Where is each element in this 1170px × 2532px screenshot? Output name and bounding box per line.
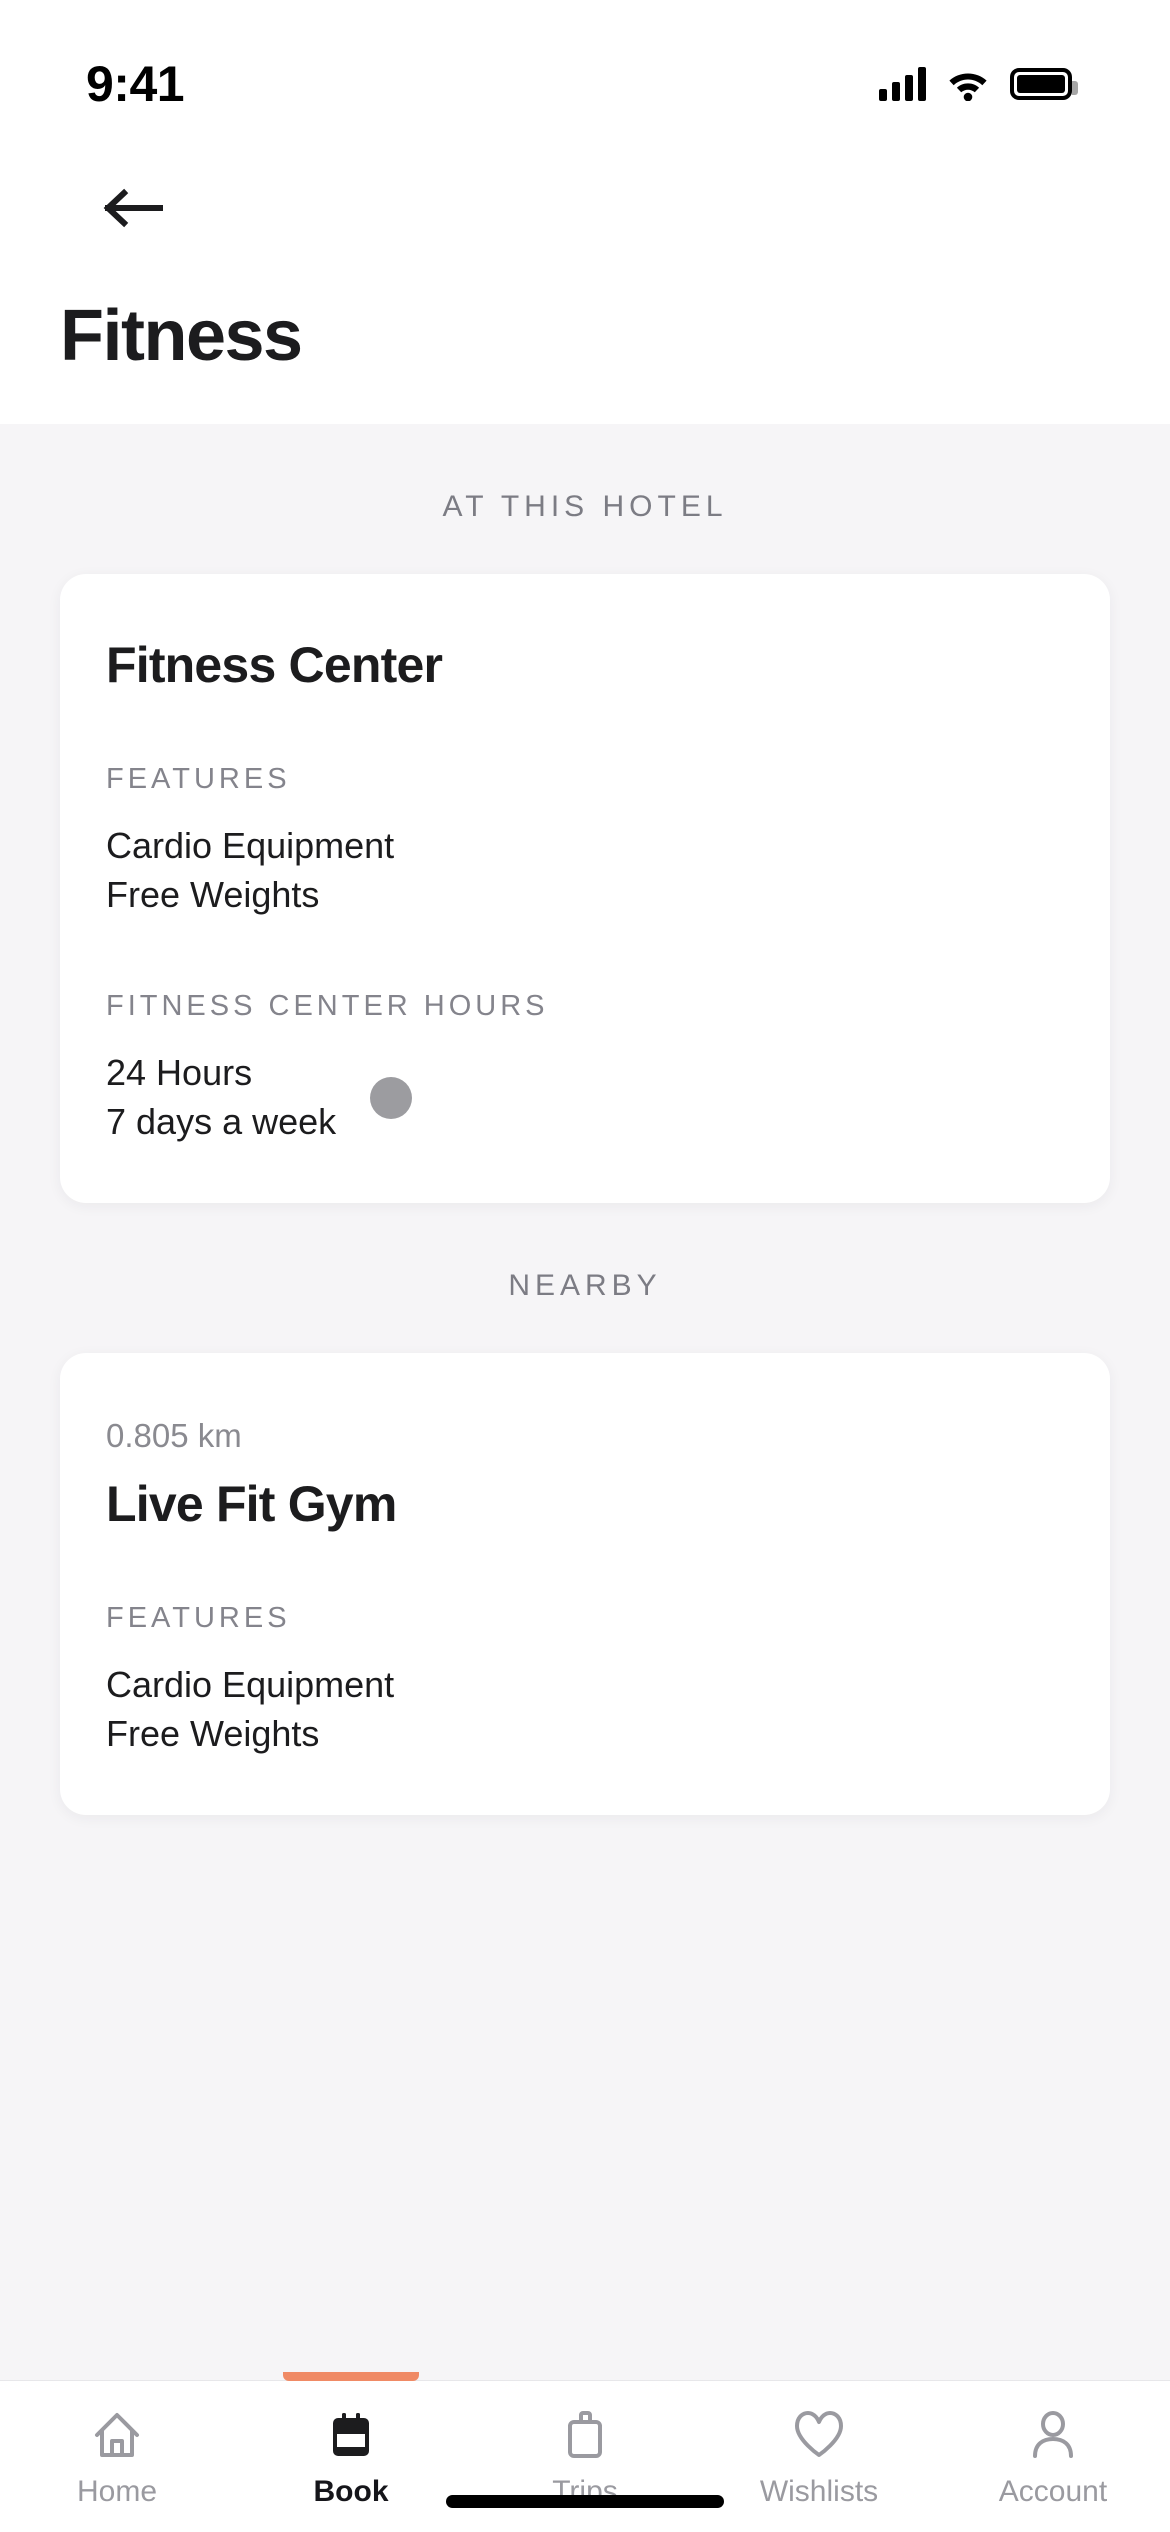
section-label-at-this-hotel: AT THIS HOTEL (442, 490, 728, 523)
home-indicator-bar (446, 2495, 724, 2508)
status-dot (370, 1076, 412, 1119)
card-title: Fitness Center (106, 637, 443, 693)
section-label-nearby: NEARBY (508, 1268, 662, 1302)
fitness-center-card[interactable]: Fitness Center FEATURES Cardio Equipment… (60, 574, 1110, 1203)
content-scroll-area[interactable]: AT THIS HOTEL Fitness Center FEATURES Ca… (0, 424, 1170, 2532)
tab-label: Home (76, 2475, 158, 2508)
tab-label: Wishlists (759, 2475, 879, 2508)
status-bar: 9:41 (0, 0, 1170, 150)
phone-screen: 9:41 Fitness AT THIS HOTEL Fitness Cente… (0, 0, 1170, 2532)
group-label-features: FEATURES (106, 763, 291, 795)
nav-header: Fitness (0, 150, 1170, 424)
tab-wishlists[interactable]: Wishlists (702, 2381, 936, 2509)
features-group: FEATURES Cardio Equipment Free Weights (106, 1602, 1064, 1759)
tab-trips[interactable]: Trips (468, 2381, 702, 2509)
home-icon (91, 2407, 143, 2463)
tab-label: Account (998, 2475, 1108, 2508)
tab-label: Book (313, 2475, 389, 2508)
features-list: Cardio Equipment Free Weights (106, 822, 1064, 920)
list-item: Cardio Equipment (106, 825, 395, 866)
back-button[interactable] (102, 168, 182, 248)
group-label-fitness-center-hours: FITNESS CENTER HOURS (106, 989, 549, 1022)
tab-book[interactable]: Book (234, 2372, 468, 2509)
back-arrow-icon (103, 188, 163, 228)
page-title: Fitness (60, 296, 303, 376)
list-item: Cardio Equipment (106, 1663, 395, 1705)
status-time: 9:41 (86, 56, 185, 112)
tab-account[interactable]: Account (936, 2381, 1170, 2509)
hours-list: 24 Hours 7 days a week (106, 1049, 1064, 1147)
suitcase-icon (559, 2407, 611, 2463)
heart-icon (792, 2407, 846, 2463)
features-group: FEATURES Cardio Equipment Free Weights (106, 763, 1064, 920)
tab-home[interactable]: Home (0, 2381, 234, 2509)
live-fit-gym-card[interactable]: 0.805 km Live Fit Gym FEATURES Cardio Eq… (60, 1352, 1110, 1815)
bottom-tab-bar: Home Book Trips Wishlists Account (0, 2372, 1170, 2532)
card-title: Live Fit Gym (106, 1475, 397, 1532)
list-item: 24 Hours (106, 1051, 253, 1093)
battery-full-icon (1010, 68, 1078, 100)
features-list: Cardio Equipment Free Weights (106, 1661, 1064, 1759)
list-item: Free Weights (106, 1712, 320, 1754)
active-tab-indicator (283, 2372, 419, 2381)
list-item: 7 days a week (106, 1100, 337, 1142)
wifi-icon (949, 73, 987, 101)
hours-group: FITNESS CENTER HOURS 24 Hours 7 days a w… (106, 990, 1064, 1147)
calendar-book-icon (325, 2407, 377, 2463)
status-icons (879, 67, 1078, 101)
group-label-features: FEATURES (106, 1601, 291, 1634)
cellular-signal-icon (879, 67, 926, 101)
person-icon (1027, 2407, 1079, 2463)
card-distance: 0.805 km (106, 1416, 242, 1454)
list-item: Free Weights (106, 873, 320, 915)
